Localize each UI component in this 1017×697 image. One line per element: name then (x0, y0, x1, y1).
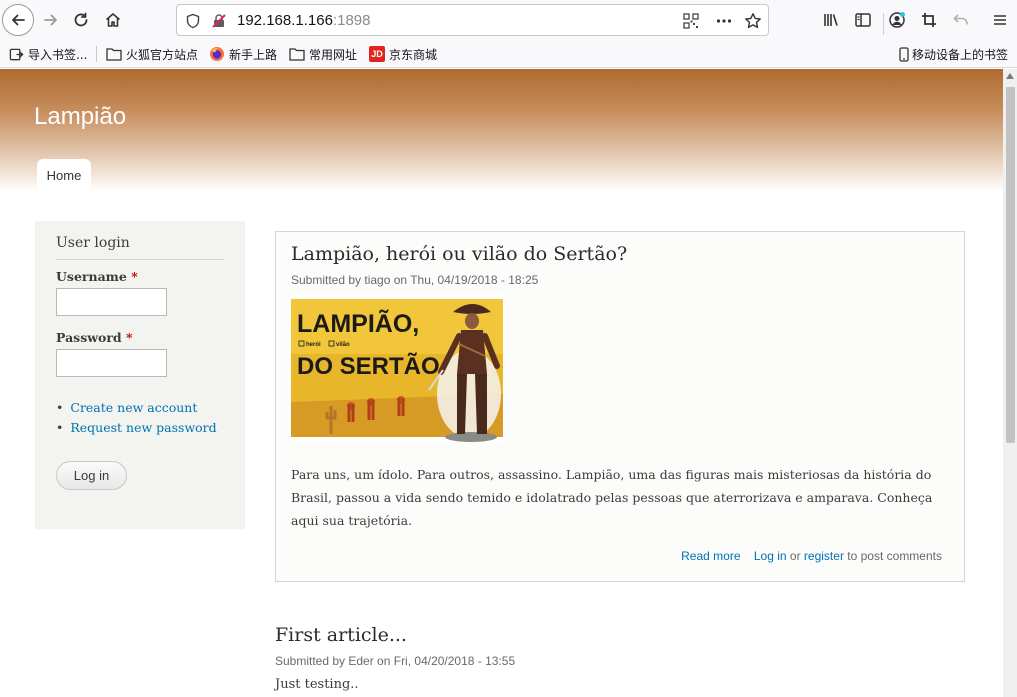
bookmark-getting-started[interactable]: 新手上路 (209, 45, 277, 63)
url-text[interactable]: 192.168.1.166:1898 (237, 12, 370, 29)
arrow-left-icon (12, 14, 25, 26)
article-submitted: Submitted by Eder on Fri, 04/20/2018 - 1… (275, 654, 516, 668)
bookmark-label: 京东商城 (389, 47, 438, 62)
sidebar-button[interactable] (848, 5, 878, 35)
shield-icon[interactable] (184, 12, 202, 30)
library-button[interactable] (816, 5, 846, 35)
page-viewport: Lampião Home User login Username * Passw… (0, 69, 1003, 697)
folder-icon (106, 46, 122, 62)
library-icon (824, 14, 838, 26)
article-title[interactable]: Lampião, herói ou vilão do Sertão? (291, 243, 627, 265)
nav-tab-home[interactable]: Home (37, 159, 91, 191)
bookmark-import[interactable]: 导入书签... (8, 45, 87, 63)
undo-icon (953, 14, 968, 25)
crop-icon (922, 13, 936, 27)
site-name[interactable]: Lampião (34, 103, 126, 131)
article-image[interactable]: LAMPIÃO, herói vilão DO SERTÃO (291, 294, 505, 442)
username-label: Username * (56, 269, 138, 284)
crop-button[interactable] (914, 5, 944, 35)
bookmark-label: 新手上路 (229, 47, 278, 62)
article-body: Just testing.. (275, 677, 359, 692)
article-teaser: Lampião, herói ou vilão do Sertão? Submi… (275, 231, 965, 582)
insecure-lock-icon[interactable] (210, 12, 228, 30)
request-password-link[interactable]: Request new password (56, 417, 216, 437)
login-button[interactable]: Log in (56, 461, 127, 490)
article-links: Read more Log in or register to post com… (681, 549, 942, 563)
import-icon (8, 46, 24, 62)
sidebar-icon (855, 13, 871, 27)
url-bar[interactable]: 192.168.1.166:1898 (176, 4, 884, 36)
bookmark-label: 移动设备上的书签 (912, 47, 1009, 62)
username-input[interactable] (56, 288, 167, 316)
register-link[interactable]: register (804, 549, 844, 563)
bookmark-jd-mall[interactable]: JD 京东商城 (369, 45, 437, 63)
url-host: 192.168.1.166 (237, 12, 333, 29)
browser-toolbar: 192.168.1.166:1898 (0, 0, 1017, 40)
or-text: or (789, 549, 801, 563)
article-title[interactable]: First article... (275, 624, 407, 646)
reload-icon (74, 12, 88, 27)
required-marker: * (126, 330, 133, 345)
more-icon[interactable] (715, 12, 733, 30)
block-title: User login (56, 235, 130, 251)
article-body: Para uns, um ídolo. Para outros, assassi… (291, 467, 933, 528)
menu-button[interactable] (985, 5, 1015, 35)
mobile-device-icon (898, 46, 910, 62)
bookmark-star-icon[interactable] (744, 12, 762, 30)
page-scrollbar[interactable] (1003, 69, 1017, 697)
site-header: Lampião Home (0, 69, 1003, 191)
bookmarks-toolbar: 导入书签... 火狐官方站点 新手上路 常用网址 JD 京东商城 移动设备上的书… (0, 40, 1017, 68)
login-links: Create new account Request new password (56, 397, 217, 437)
read-more-link[interactable]: Read more (681, 549, 740, 563)
undo-button[interactable] (946, 5, 976, 35)
required-marker: * (131, 269, 138, 284)
create-account-link[interactable]: Create new account (56, 397, 217, 417)
poster-option-heroi: herói (306, 342, 321, 348)
post-comments-text: to post comments (847, 549, 942, 563)
arrow-right-icon (44, 14, 57, 26)
bookmark-firefox-official[interactable]: 火狐官方站点 (106, 45, 198, 63)
bookmark-label: 常用网址 (309, 47, 358, 62)
bookmark-label: 导入书签... (28, 47, 88, 62)
scroll-up-arrow-icon[interactable] (1006, 73, 1014, 79)
qr-code-icon[interactable] (682, 12, 700, 30)
password-label: Password * (56, 330, 133, 345)
bookmarks-separator (96, 46, 97, 62)
divider (56, 259, 224, 260)
account-button[interactable] (882, 5, 912, 35)
poster-title-line1: LAMPIÃO, (297, 308, 419, 338)
jd-logo-icon: JD (369, 46, 385, 62)
password-input[interactable] (56, 349, 167, 377)
url-port: :1898 (332, 12, 371, 29)
bookmark-label: 火狐官方站点 (126, 47, 199, 62)
reload-button[interactable] (66, 5, 96, 35)
home-icon (105, 13, 121, 27)
password-label-text: Password (56, 330, 122, 345)
poster-option-vilao: vilão (336, 342, 350, 348)
back-button[interactable] (2, 4, 34, 36)
mobile-bookmarks[interactable]: 移动设备上的书签 (898, 45, 1008, 63)
username-label-text: Username (56, 269, 127, 284)
forward-button[interactable] (36, 5, 66, 35)
account-icon (889, 12, 905, 28)
article-submitted: Submitted by tiago on Thu, 04/19/2018 - … (291, 273, 539, 287)
poster-title-line2: DO SERTÃO (297, 352, 440, 380)
home-button[interactable] (98, 5, 128, 35)
hamburger-menu-icon (994, 15, 1006, 25)
user-login-block: User login Username * Password * Create … (35, 221, 245, 529)
login-link[interactable]: Log in (754, 549, 787, 563)
scrollbar-thumb[interactable] (1006, 87, 1015, 443)
firefox-logo-icon (209, 46, 225, 62)
bookmark-common-sites[interactable]: 常用网址 (289, 45, 357, 63)
folder-icon (289, 46, 305, 62)
